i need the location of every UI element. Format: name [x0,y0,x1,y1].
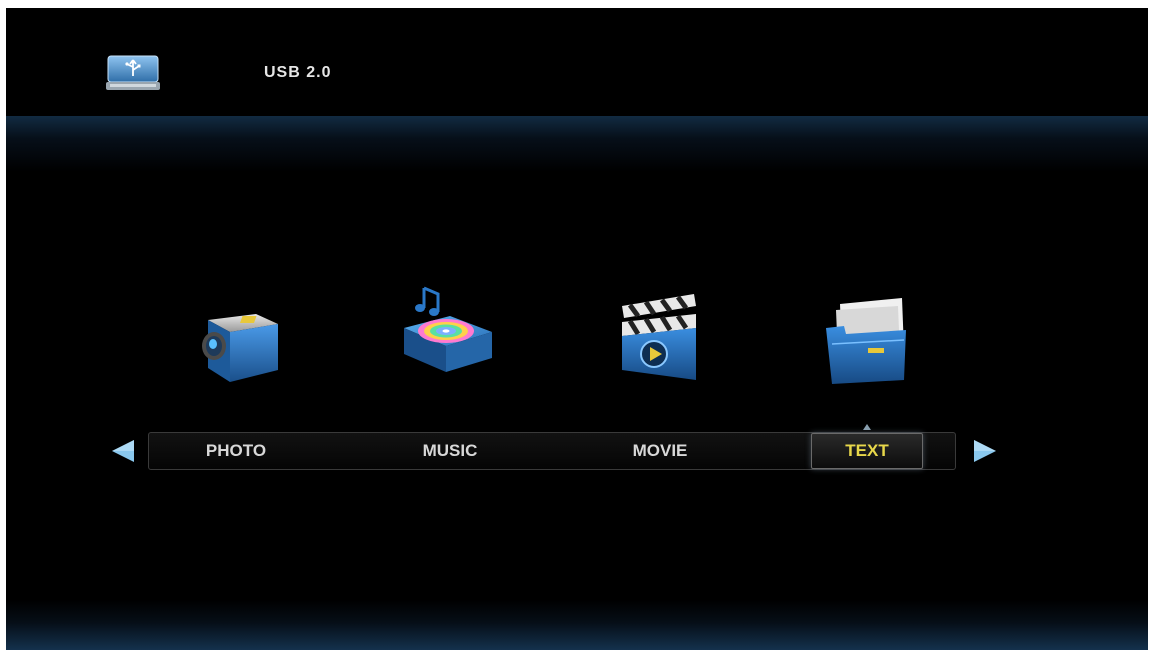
document-folder-icon[interactable] [812,288,912,388]
menu-item-music[interactable]: MUSIC [395,433,505,469]
footer-glow [6,600,1148,650]
header-glow [6,116,1148,172]
camera-icon[interactable] [186,290,286,390]
usb-drive-icon [106,54,160,92]
menu-item-movie[interactable]: MOVIE [605,433,715,469]
media-player-screen: USB 2.0 PHOTO MUSIC MOVIE TEXT [6,8,1148,650]
clapperboard-icon[interactable] [608,284,708,384]
media-type-menu: PHOTO MUSIC MOVIE TEXT [148,432,956,470]
music-disc-icon[interactable] [394,276,494,376]
device-title: USB 2.0 [264,64,332,81]
selection-pointer [863,424,871,430]
arrow-right-icon[interactable] [972,438,998,464]
menu-item-photo[interactable]: PHOTO [181,433,291,469]
arrow-left-icon[interactable] [110,438,136,464]
menu-item-text-selected[interactable]: TEXT [811,433,923,469]
